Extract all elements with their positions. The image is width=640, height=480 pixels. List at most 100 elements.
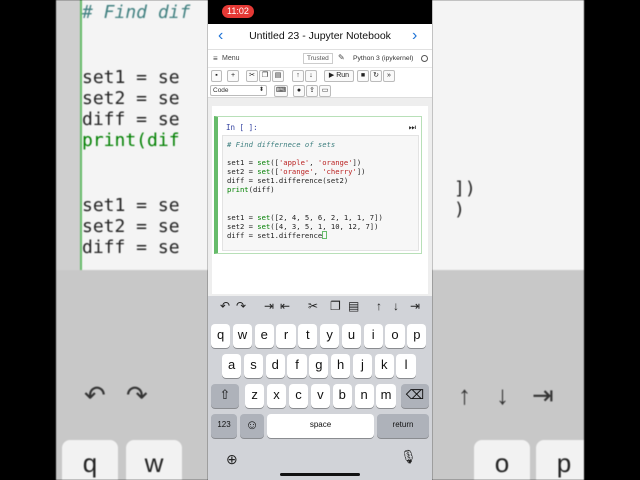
shift-key[interactable]: ⇧ <box>211 384 239 408</box>
code-line: diff = set1.difference <box>227 230 414 240</box>
background-code-line: set2 = se <box>82 216 180 237</box>
folder-icon[interactable]: ▭ <box>319 85 331 97</box>
key-r[interactable]: r <box>276 324 296 348</box>
arrow-up-icon: ↑ <box>458 380 471 410</box>
arrow-down-icon: ↓ <box>496 380 509 410</box>
keyboard-toolbar: ↶ ↷ ⇥ ⇤ ✂ ❐ ▤ ↑ ↓ ⇥ <box>208 296 432 318</box>
redo-icon: ↷ <box>126 380 148 410</box>
key-x[interactable]: x <box>266 384 287 408</box>
arrow-down-icon[interactable]: ↓ <box>393 299 399 313</box>
key-o[interactable]: o <box>385 324 405 348</box>
add-cell-button[interactable]: + <box>227 70 239 82</box>
code-line: set2 = set(['orange', 'cherry']) <box>227 167 366 177</box>
text-cursor <box>322 230 328 239</box>
background-key: p <box>536 440 584 480</box>
pencil-icon[interactable]: ✎ <box>338 53 345 62</box>
indent-icon[interactable]: ⇥ <box>264 299 274 313</box>
cut-icon[interactable]: ✂ <box>308 299 318 313</box>
key-b[interactable]: b <box>332 384 352 408</box>
tab-end-icon: ⇥ <box>532 380 554 410</box>
key-m[interactable]: m <box>376 384 396 408</box>
key-k[interactable]: k <box>374 354 394 378</box>
notebook-toolbar: ▪ + ✂ ❐ ▤ ↑ ↓ ▶ Run ■ ↻ » <box>208 68 432 84</box>
notebook-area: In [ ]: ⏭ # Find differnece of sets set1… <box>208 98 432 296</box>
code-cell[interactable]: In [ ]: ⏭ # Find differnece of sets set1… <box>214 116 422 254</box>
hamburger-menu-icon[interactable]: ≡ <box>213 54 218 63</box>
key-p[interactable]: p <box>407 324 427 348</box>
menu-button[interactable]: Menu <box>222 55 240 62</box>
background-code-line: ]) <box>454 178 476 199</box>
on-screen-keyboard: ↶ ↷ ⇥ ⇤ ✂ ❐ ▤ ↑ ↓ ⇥ ⇧ ⌫ 123 ☺ space retu… <box>208 296 432 480</box>
chevron-right-icon[interactable]: › <box>412 28 417 44</box>
undo-icon[interactable]: ↶ <box>220 299 230 313</box>
key-y[interactable]: y <box>320 324 340 348</box>
key-e[interactable]: e <box>254 324 274 348</box>
key-f[interactable]: f <box>287 354 307 378</box>
return-key[interactable]: return <box>377 414 429 438</box>
copy-icon[interactable]: ❐ <box>259 70 271 82</box>
kernel-status-icon <box>421 55 428 62</box>
run-label: Run <box>336 72 350 79</box>
background-code-line: set1 = se <box>82 195 180 216</box>
arrow-up-icon[interactable]: ↑ <box>376 299 382 313</box>
background-left: # Find dif set1 = se set2 = se diff = se… <box>56 0 208 480</box>
save-icon[interactable]: ▪ <box>211 70 222 82</box>
code-line: set1 = set(['apple', 'orange']) <box>227 158 362 168</box>
dedent-icon[interactable]: ⇤ <box>280 299 290 313</box>
trusted-badge[interactable]: Trusted <box>303 53 333 64</box>
background-key: q <box>62 440 118 480</box>
backspace-key[interactable]: ⌫ <box>401 384 429 408</box>
cut-icon[interactable]: ✂ <box>246 70 258 82</box>
paste-icon[interactable]: ▤ <box>348 299 359 313</box>
key-w[interactable]: w <box>232 324 253 348</box>
key-u[interactable]: u <box>341 324 362 348</box>
key-j[interactable]: j <box>352 354 373 378</box>
key-d[interactable]: d <box>265 354 285 378</box>
key-z[interactable]: z <box>245 384 265 408</box>
paste-icon[interactable]: ▤ <box>272 70 284 82</box>
code-line: diff = set1.difference(set2) <box>227 176 349 186</box>
copy-icon[interactable]: ❐ <box>330 299 341 313</box>
key-v[interactable]: v <box>310 384 330 408</box>
emoji-key[interactable]: ☺ <box>240 414 264 438</box>
key-t[interactable]: t <box>298 324 318 348</box>
microphone-icon[interactable]: 🎙 <box>400 449 417 465</box>
key-a[interactable]: a <box>222 354 242 378</box>
key-g[interactable]: g <box>309 354 329 378</box>
fast-forward-icon[interactable]: » <box>383 70 395 82</box>
space-key[interactable]: space <box>267 414 374 438</box>
run-cell-icon[interactable]: ⏭ <box>409 123 416 133</box>
tab-end-icon[interactable]: ⇥ <box>410 299 420 313</box>
globe-icon[interactable]: ⊕ <box>226 451 238 468</box>
page-title: Untitled 23 - Jupyter Notebook <box>249 30 391 42</box>
key-h[interactable]: h <box>331 354 351 378</box>
status-time: 11:02 <box>222 5 254 18</box>
background-code-line: diff = se <box>82 237 180 258</box>
key-s[interactable]: s <box>243 354 264 378</box>
key-i[interactable]: i <box>363 324 383 348</box>
background-code-line: # Find dif <box>82 2 191 23</box>
background-key: w <box>126 440 182 480</box>
background-code-line: diff = se <box>82 109 180 130</box>
cell-type-select[interactable]: Code ⬍ <box>210 85 267 96</box>
key-l[interactable]: l <box>396 354 416 378</box>
code-editor[interactable]: # Find differnece of sets set1 = set(['a… <box>222 135 419 251</box>
palette-icon[interactable]: ● <box>293 85 305 97</box>
background-code-line: set2 = se <box>82 88 180 109</box>
kernel-name[interactable]: Python 3 (ipykernel) <box>353 55 413 62</box>
keyboard-icon[interactable]: ⌨ <box>274 85 288 97</box>
run-button[interactable]: ▶ Run <box>324 70 354 82</box>
restart-icon[interactable]: ↻ <box>370 70 382 82</box>
open-icon[interactable]: ⇪ <box>306 85 318 97</box>
key-q[interactable]: q <box>211 324 231 348</box>
cell-type-value: Code <box>213 87 229 94</box>
key-n[interactable]: n <box>354 384 374 408</box>
background-code-right: ]) ) <box>432 0 584 270</box>
move-up-icon[interactable]: ↑ <box>292 70 304 82</box>
move-down-icon[interactable]: ↓ <box>305 70 317 82</box>
stop-icon[interactable]: ■ <box>357 70 369 82</box>
numbers-key[interactable]: 123 <box>211 414 237 438</box>
background-code-line: print(dif <box>82 130 180 151</box>
key-c[interactable]: c <box>288 384 309 408</box>
redo-icon[interactable]: ↷ <box>236 299 246 313</box>
